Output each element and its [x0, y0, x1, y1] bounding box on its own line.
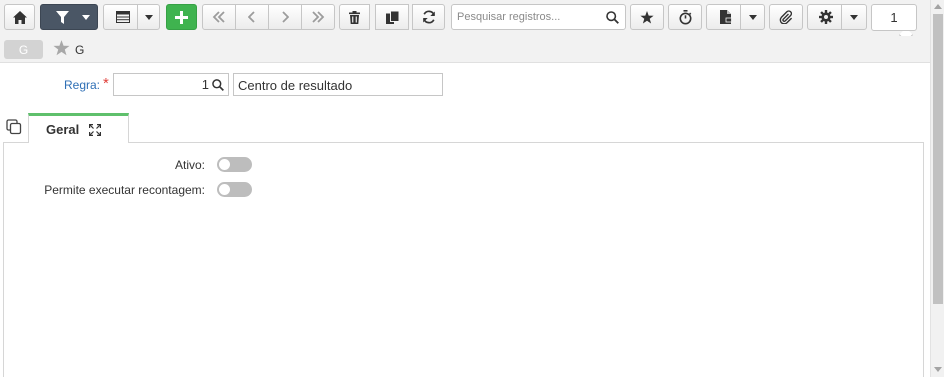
delete-button[interactable] [339, 4, 370, 30]
breadcrumb-title: G [75, 43, 85, 57]
search-icon[interactable] [606, 10, 619, 24]
record-counter: 1 [871, 4, 917, 31]
recontagem-label: Permite executar recontagem: [44, 183, 205, 197]
stopwatch-icon [679, 9, 691, 24]
favorite-button[interactable] [630, 4, 664, 30]
regra-description-field[interactable]: Centro de resultado [233, 73, 443, 96]
breadcrumb-badge[interactable]: G [4, 40, 43, 59]
copy-icon[interactable] [6, 119, 22, 135]
gear-icon [819, 10, 833, 24]
report-dropdown[interactable] [740, 5, 764, 29]
home-icon [12, 10, 27, 24]
refresh-icon [422, 10, 435, 24]
settings-dropdown[interactable] [841, 5, 866, 29]
app-window: 1 G G Regra: * 1 Centro de resultado Ati… [0, 0, 944, 377]
home-button[interactable] [4, 4, 35, 30]
regra-label: Regra: [64, 78, 101, 92]
table-icon [115, 11, 130, 23]
chevron-down-icon [850, 14, 858, 20]
scrollbar-thumb[interactable] [933, 14, 943, 304]
scroll-up-arrow[interactable] [934, 4, 942, 9]
trash-icon [349, 10, 360, 24]
view-mode-button[interactable] [103, 4, 160, 30]
expand-icon[interactable] [89, 123, 102, 136]
refresh-button[interactable] [412, 4, 445, 30]
attachment-button[interactable] [769, 4, 803, 30]
chevron-left-icon [248, 11, 255, 23]
chevron-down-icon [748, 14, 757, 20]
add-button[interactable] [166, 4, 197, 30]
plus-icon [175, 10, 188, 24]
record-counter-value: 1 [890, 10, 898, 25]
breadcrumb: G G [0, 36, 930, 63]
regra-code-value: 1 [201, 77, 209, 92]
required-marker: * [103, 75, 109, 92]
next-record-button[interactable] [268, 4, 302, 30]
document-icon [719, 10, 732, 24]
chevron-down-icon[interactable] [82, 15, 90, 20]
tab-panel-geral: Ativo: Permite executar recontagem: [3, 142, 924, 377]
ativo-label: Ativo: [174, 158, 205, 172]
filter-button[interactable] [40, 4, 98, 30]
first-record-button[interactable] [202, 4, 236, 30]
settings-button[interactable] [807, 4, 867, 30]
recontagem-toggle[interactable] [217, 182, 252, 197]
search-icon[interactable] [212, 78, 224, 91]
star-icon [640, 10, 654, 23]
regra-code-field[interactable]: 1 [113, 73, 229, 96]
last-record-button[interactable] [301, 4, 335, 30]
search-input[interactable] [452, 6, 602, 28]
copy-icon [385, 10, 399, 24]
view-mode-dropdown[interactable] [137, 5, 159, 29]
duplicate-button[interactable] [375, 4, 409, 30]
double-chevron-left-icon [212, 11, 225, 23]
search-box [451, 4, 626, 30]
double-chevron-right-icon [312, 11, 325, 23]
vertical-scrollbar[interactable] [930, 0, 944, 377]
timer-button[interactable] [668, 4, 702, 30]
toolbar: 1 [0, 0, 930, 43]
chevron-right-icon [282, 11, 289, 23]
report-button[interactable] [706, 4, 765, 30]
filter-icon [55, 10, 69, 24]
scroll-down-arrow[interactable] [934, 367, 942, 372]
chevron-down-icon [144, 14, 153, 20]
tab-geral-label: Geral [46, 122, 80, 137]
ativo-toggle[interactable] [217, 157, 252, 172]
breadcrumb-badge-label: G [18, 42, 29, 57]
previous-record-button[interactable] [235, 4, 269, 30]
paperclip-icon [779, 10, 793, 24]
star-icon[interactable] [53, 40, 70, 56]
tab-geral[interactable]: Geral [28, 113, 129, 143]
